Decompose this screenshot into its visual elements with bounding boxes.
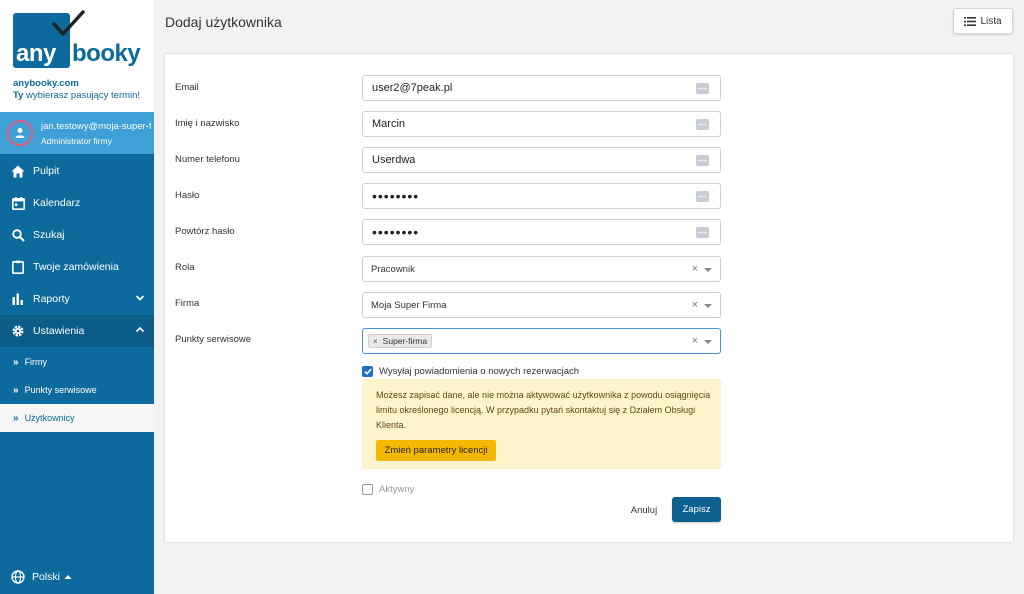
chevron-up-icon: [135, 326, 145, 333]
nav-item-raporty[interactable]: Raporty: [0, 283, 154, 315]
double-chevron-icon: »: [13, 384, 19, 396]
service-points-label: Punkty serwisowe: [175, 334, 252, 345]
save-button[interactable]: Zapisz: [672, 497, 721, 522]
phone-label: Numer telefonu: [175, 154, 240, 165]
list-button-label: Lista: [980, 15, 1002, 27]
nav-label: Twoje zamówienia: [33, 261, 119, 273]
keyboard-icon[interactable]: [696, 191, 709, 202]
password-label: Hasło: [175, 190, 200, 201]
list-icon: [964, 16, 977, 26]
nav-item-ustawienia[interactable]: Ustawienia: [0, 315, 154, 347]
nav-label: Raporty: [33, 293, 70, 305]
password-repeat-label: Powtórz hasło: [175, 226, 235, 237]
double-chevron-icon: »: [13, 356, 19, 368]
active-checkbox[interactable]: [362, 484, 373, 495]
keyboard-icon[interactable]: [696, 83, 709, 94]
email-field[interactable]: user2@7peak.pl: [362, 75, 721, 101]
sub-item-uzytkownicy[interactable]: » Użytkownicy: [0, 404, 154, 432]
logo-text-booky: booky: [72, 40, 141, 67]
company-label: Firma: [175, 298, 200, 309]
brand-area: any booky anybooky.com Ty wybierasz pasu…: [0, 0, 154, 112]
nav-label: Szukaj: [33, 229, 65, 241]
sub-item-label: Punkty serwisowe: [24, 385, 97, 395]
name-field[interactable]: Marcin: [362, 111, 721, 137]
clipboard-icon: [11, 260, 25, 274]
clear-icon[interactable]: ×: [692, 335, 698, 347]
sub-item-label: Użytkownicy: [24, 413, 75, 423]
phone-value: Userdwa: [372, 154, 416, 166]
keyboard-icon[interactable]: [696, 155, 709, 166]
language-label: Polski: [32, 571, 61, 583]
company-value: Moja Super Firma: [371, 299, 447, 311]
service-point-tag: × Super-firma: [368, 334, 433, 348]
caret-up-icon: [64, 575, 72, 579]
nav-item-zamowienia[interactable]: Twoje zamówienia: [0, 251, 154, 283]
logo-check-icon: [52, 10, 85, 36]
avatar: [7, 120, 33, 146]
gear-icon: [11, 324, 25, 338]
page-title: Dodaj użytkownika: [165, 14, 282, 30]
role-select[interactable]: Pracownik ×: [362, 256, 721, 282]
user-profile[interactable]: jan.testowy@moja-super-firma.pl Administ…: [0, 112, 154, 154]
phone-field[interactable]: Userdwa: [362, 147, 721, 173]
password-repeat-value: ••••••••: [372, 224, 420, 240]
license-warning: Możesz zapisać dane, ale nie można aktyw…: [362, 379, 721, 469]
notify-label: Wysyłaj powiadomienia o nowych rezerwacj…: [379, 366, 580, 377]
name-value: Marcin: [372, 118, 406, 130]
nav-label: Pulpit: [33, 165, 60, 177]
keyboard-icon[interactable]: [696, 227, 709, 238]
bar-chart-icon: [11, 292, 25, 306]
chevron-down-icon: [135, 295, 145, 301]
service-points-select[interactable]: × Super-firma ×: [362, 328, 721, 354]
sub-item-punkty-serwisowe[interactable]: » Punkty serwisowe: [0, 376, 154, 404]
sidebar: any booky anybooky.com Ty wybierasz pasu…: [0, 0, 154, 594]
email-label: Email: [175, 82, 199, 93]
user-role: Administrator firmy: [41, 136, 112, 146]
search-icon: [11, 228, 25, 242]
clear-icon[interactable]: ×: [692, 299, 698, 311]
tag-remove-icon[interactable]: ×: [373, 337, 378, 346]
user-icon: [15, 128, 25, 138]
notify-checkbox[interactable]: [362, 366, 373, 377]
calendar-icon: [11, 196, 25, 210]
tag-label: Super-firma: [382, 336, 428, 346]
tagline: Ty wybierasz pasujący termin!: [13, 90, 141, 101]
password-repeat-field[interactable]: ••••••••: [362, 219, 721, 245]
nav-item-szukaj[interactable]: Szukaj: [0, 219, 154, 251]
check-icon: [363, 368, 372, 375]
clear-icon[interactable]: ×: [692, 263, 698, 275]
caret-down-icon[interactable]: [704, 304, 712, 308]
warning-text: Możesz zapisać dane, ale nie można aktyw…: [376, 390, 711, 430]
double-chevron-icon: »: [13, 412, 19, 424]
keyboard-icon[interactable]: [696, 119, 709, 130]
home-icon: [11, 164, 25, 178]
globe-icon: [11, 570, 25, 584]
cancel-button[interactable]: Anuluj: [622, 502, 666, 518]
role-label: Rola: [175, 262, 195, 273]
logo-text-any: any: [16, 40, 56, 67]
active-label: Aktywny: [379, 484, 415, 495]
company-select[interactable]: Moja Super Firma ×: [362, 292, 721, 318]
password-value: ••••••••: [372, 188, 420, 204]
sub-item-label: Firmy: [24, 357, 48, 367]
nav-item-pulpit[interactable]: Pulpit: [0, 155, 154, 187]
password-field[interactable]: ••••••••: [362, 183, 721, 209]
change-license-button[interactable]: Zmień parametry licencji: [376, 440, 496, 461]
list-button[interactable]: Lista: [953, 8, 1013, 34]
role-value: Pracownik: [371, 263, 415, 275]
language-selector[interactable]: Polski: [11, 570, 72, 584]
email-value: user2@7peak.pl: [372, 82, 453, 94]
nav-label: Ustawienia: [33, 325, 85, 337]
name-label: Imię i nazwisko: [175, 118, 240, 129]
nav-item-kalendarz[interactable]: Kalendarz: [0, 187, 154, 219]
site-name: anybooky.com: [13, 78, 79, 89]
caret-down-icon[interactable]: [704, 340, 712, 344]
nav-label: Kalendarz: [33, 197, 81, 209]
sub-item-firmy[interactable]: » Firmy: [0, 348, 154, 376]
caret-down-icon[interactable]: [704, 268, 712, 272]
user-email: jan.testowy@moja-super-firma.pl: [41, 121, 151, 132]
